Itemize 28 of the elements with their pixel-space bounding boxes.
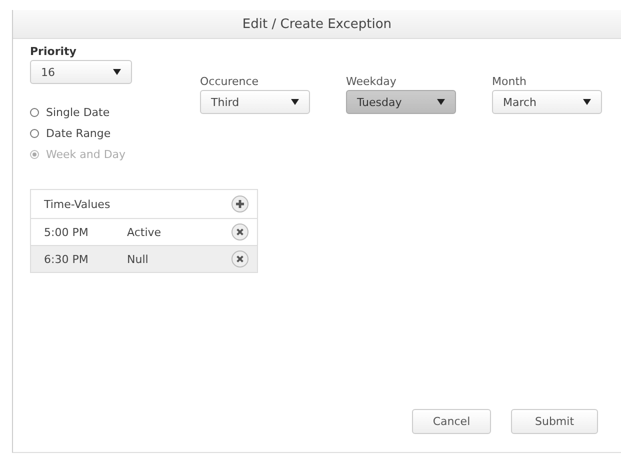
table-row[interactable]: 6:30 PM Null <box>31 246 257 272</box>
priority-dropdown[interactable]: 16 <box>30 60 132 84</box>
time-cell-text: 6:30 PM <box>44 252 90 266</box>
window-title: Edit / Create Exception <box>13 10 621 39</box>
dropdown[interactable]: Third <box>200 90 310 114</box>
dialog-button[interactable]: Cancel <box>412 409 491 434</box>
radio-option[interactable]: Date Range <box>30 127 200 140</box>
radio-icon[interactable] <box>30 129 39 138</box>
remove-button[interactable] <box>231 250 249 268</box>
dropdown-label: Month <box>492 75 528 88</box>
dialog-button[interactable]: Submit <box>511 409 598 434</box>
caret-icon <box>437 99 445 105</box>
dropdown[interactable]: March <box>492 90 602 114</box>
value-cell-text: Null <box>127 252 150 266</box>
dropdown[interactable]: Tuesday <box>346 90 456 114</box>
caret-icon <box>583 99 591 105</box>
dropdown-label: Weekday <box>346 75 398 88</box>
value-cell-text: Active <box>127 226 162 238</box>
radio-icon[interactable] <box>30 108 39 117</box>
radio-option[interactable]: Single Date <box>30 106 200 119</box>
caret-icon <box>291 99 299 105</box>
priority-label: Priority <box>30 45 78 58</box>
time-cell-text: 5:00 PM <box>44 226 90 238</box>
caret-icon <box>113 69 121 75</box>
add-button[interactable] <box>231 195 249 213</box>
table-header: Time-Values <box>44 198 112 210</box>
dropdown-label: Occurence <box>200 75 260 88</box>
remove-button[interactable] <box>231 223 249 241</box>
